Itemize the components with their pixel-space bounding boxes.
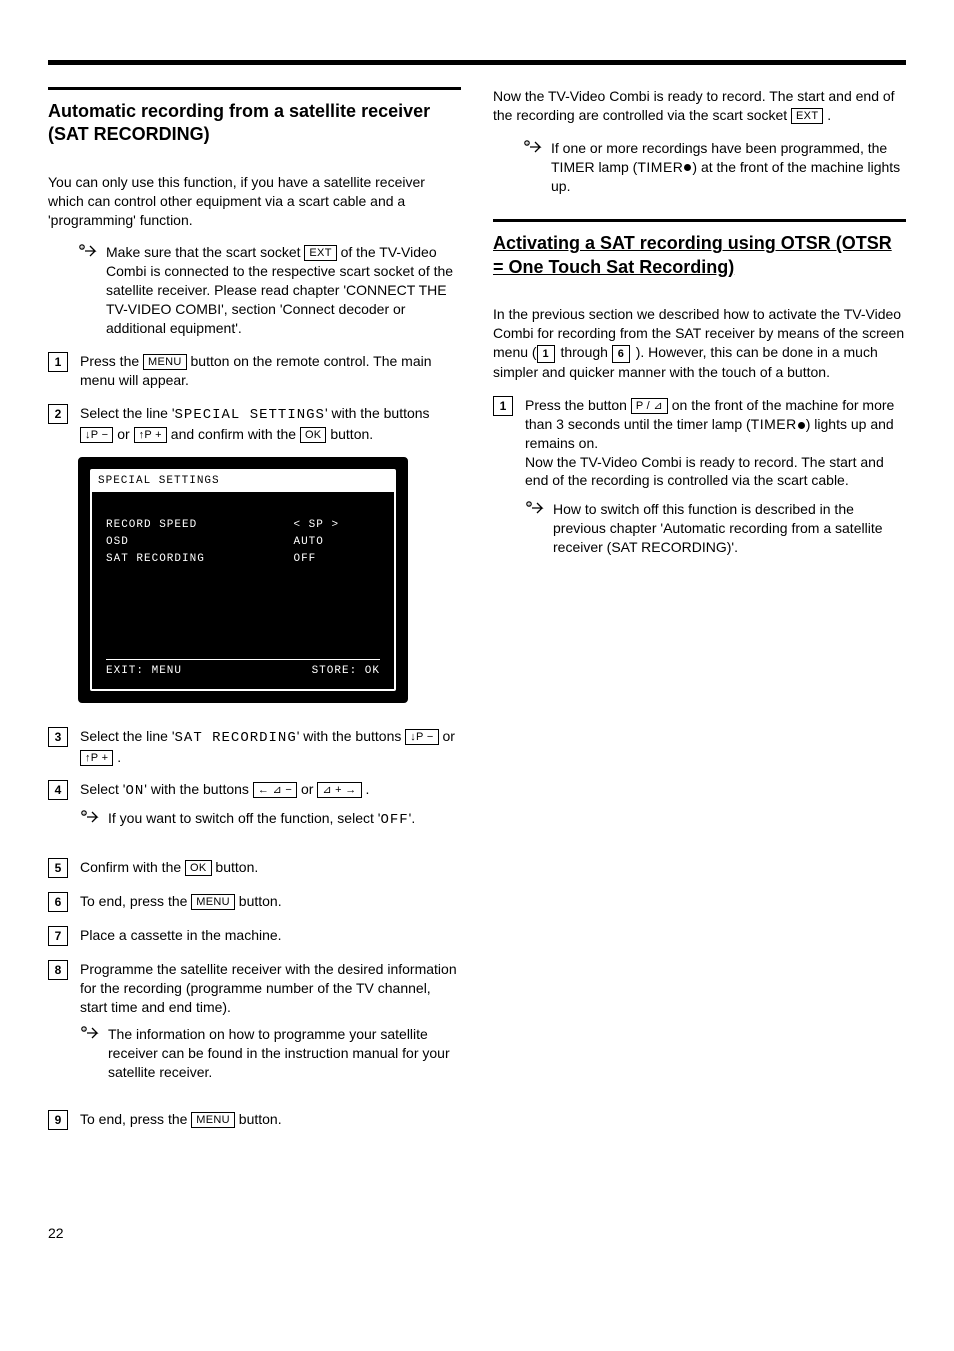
page-top-rule xyxy=(48,60,906,65)
step-4-body: Select 'ON' with the buttons ← ⊿ − or ⊿ … xyxy=(80,780,461,844)
otsr-intro: In the previous section we described how… xyxy=(493,305,906,382)
steps-list: 1 Press the MENU button on the remote co… xyxy=(48,352,461,444)
osd-title: SPECIAL SETTINGS xyxy=(92,471,394,492)
inline-step-1: 1 xyxy=(537,345,555,363)
osd-footer-left: EXIT: MENU xyxy=(106,664,182,679)
p-rec-key: P / ⊿ xyxy=(631,398,668,414)
page-number: 22 xyxy=(48,1224,906,1243)
osd-row-value: < SP > xyxy=(293,518,380,535)
note-switch-off: i How to switch off this function is des… xyxy=(525,500,906,557)
note-off: i If you want to switch off the function… xyxy=(80,809,461,830)
section-rule xyxy=(48,87,461,90)
intro-paragraph: You can only use this function, if you h… xyxy=(48,173,461,230)
step-5-marker: 5 xyxy=(48,858,68,878)
osd-footer: EXIT: MENU STORE: OK xyxy=(106,659,380,679)
p-down-key: ↓P − xyxy=(80,427,113,443)
svg-text:i: i xyxy=(81,246,82,252)
info-arrow-icon: i xyxy=(525,500,547,516)
p-up-key: ↑P + xyxy=(134,427,167,443)
left-column: Automatic recording from a satellite rec… xyxy=(48,87,461,1144)
step-5-body: Confirm with the OK button. xyxy=(80,858,461,877)
note-scart-body: Make sure that the scart socket EXT of t… xyxy=(106,243,461,337)
right-key: ⊿ + → xyxy=(317,782,361,798)
section-heading-sat-recording: Automatic recording from a satellite rec… xyxy=(48,100,461,147)
otsr-steps: 1 Press the button P / ⊿ on the front of… xyxy=(493,396,906,571)
note-timer-lamp: i If one or more recordings have been pr… xyxy=(523,139,906,196)
step-7-body: Place a cassette in the machine. xyxy=(80,926,461,945)
timer-label: TIMER xyxy=(637,159,683,175)
note-sat-manual-body: The information on how to programme your… xyxy=(108,1025,461,1082)
osd-row-label: RECORD SPEED xyxy=(106,518,293,535)
otsr-step-1-marker: 1 xyxy=(493,396,513,416)
off-label: OFF xyxy=(380,812,408,828)
svg-text:i: i xyxy=(528,503,529,509)
left-key: ← ⊿ − xyxy=(253,782,297,798)
ext-key: EXT xyxy=(791,108,823,124)
note-switch-off-body: How to switch off this function is descr… xyxy=(553,500,906,557)
osd-row-value: OFF xyxy=(293,552,380,569)
note-scart: i Make sure that the scart socket EXT of… xyxy=(78,243,461,337)
info-arrow-icon: i xyxy=(80,809,102,825)
inline-step-6: 6 xyxy=(612,345,630,363)
osd-row-value: AUTO xyxy=(293,535,380,552)
two-column-layout: Automatic recording from a satellite rec… xyxy=(48,87,906,1144)
info-arrow-icon: i xyxy=(78,243,100,259)
on-label: ON xyxy=(125,783,144,799)
menu-key: MENU xyxy=(191,1112,235,1128)
p-down-key: ↓P − xyxy=(405,729,438,745)
section-heading-otsr: Activating a SAT recording using OTSR (O… xyxy=(493,232,906,279)
step-3-marker: 3 xyxy=(48,727,68,747)
step-2-body: Select the line 'SPECIAL SETTINGS' with … xyxy=(80,404,461,444)
note-sat-manual: i The information on how to programme yo… xyxy=(80,1025,461,1082)
osd-row-label: SAT RECORDING xyxy=(106,552,293,569)
step-1-marker: 1 xyxy=(48,352,68,372)
p-up-key: ↑P + xyxy=(80,750,113,766)
step-8-body: Programme the satellite receiver with th… xyxy=(80,960,461,1095)
ready-paragraph: Now the TV-Video Combi is ready to recor… xyxy=(493,87,906,125)
svg-text:i: i xyxy=(83,812,84,818)
step-3-body: Select the line 'SAT RECORDING' with the… xyxy=(80,727,461,767)
step-6-body: To end, press the MENU button. xyxy=(80,892,461,911)
ok-key: OK xyxy=(185,860,212,876)
osd-screen: SPECIAL SETTINGS RECORD SPEED< SP > OSD … xyxy=(78,457,408,702)
osd-row-label: OSD xyxy=(106,535,293,552)
menu-key: MENU xyxy=(191,894,235,910)
ext-key: EXT xyxy=(304,245,336,261)
note-off-body: If you want to switch off the function, … xyxy=(108,809,461,830)
ok-key: OK xyxy=(300,427,327,443)
osd-footer-right: STORE: OK xyxy=(312,664,380,679)
note-timer-body: If one or more recordings have been prog… xyxy=(551,139,906,196)
step-4-marker: 4 xyxy=(48,780,68,800)
osd-inner: SPECIAL SETTINGS RECORD SPEED< SP > OSD … xyxy=(90,469,396,690)
svg-text:i: i xyxy=(83,1027,84,1033)
step-8-marker: 8 xyxy=(48,960,68,980)
osd-rows: RECORD SPEED< SP > OSD AUTO SAT RECORDIN… xyxy=(106,518,380,569)
step-6-marker: 6 xyxy=(48,892,68,912)
special-settings-label: SPECIAL SETTINGS xyxy=(175,407,325,423)
step-9-marker: 9 xyxy=(48,1110,68,1130)
section-rule xyxy=(493,219,906,222)
timer-label: TIMER xyxy=(751,416,797,432)
step-7-marker: 7 xyxy=(48,926,68,946)
sat-recording-label: SAT RECORDING xyxy=(175,730,297,746)
right-column: Now the TV-Video Combi is ready to recor… xyxy=(493,87,906,1144)
record-dot-icon xyxy=(798,422,805,429)
info-arrow-icon: i xyxy=(523,139,545,155)
step-2-marker: 2 xyxy=(48,404,68,424)
record-dot-icon xyxy=(684,164,691,171)
menu-key: MENU xyxy=(143,354,187,370)
otsr-step-1-body: Press the button P / ⊿ on the front of t… xyxy=(525,396,906,571)
step-9-body: To end, press the MENU button. xyxy=(80,1110,461,1129)
step-1-body: Press the MENU button on the remote cont… xyxy=(80,352,461,390)
steps-list-cont: 3 Select the line 'SAT RECORDING' with t… xyxy=(48,727,461,1130)
svg-text:i: i xyxy=(526,141,527,147)
info-arrow-icon: i xyxy=(80,1025,102,1041)
